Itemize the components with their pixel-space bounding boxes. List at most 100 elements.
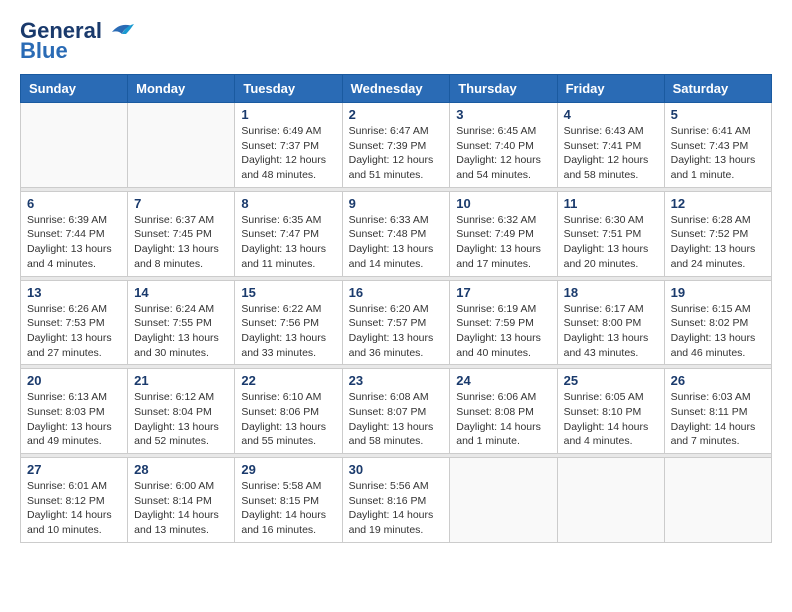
calendar-day-cell: 5 Sunrise: 6:41 AM Sunset: 7:43 PM Daylig… <box>664 103 771 188</box>
calendar-day-cell: 25 Sunrise: 6:05 AM Sunset: 8:10 PM Dayli… <box>557 369 664 454</box>
day-info: Sunrise: 5:58 AM Sunset: 8:15 PM Dayligh… <box>241 479 335 538</box>
calendar-week-row: 27Sunrise: 6:01 AM Sunset: 8:12 PM Dayli… <box>21 458 772 543</box>
calendar-day-cell: 18Sunrise: 6:17 AM Sunset: 8:00 PM Dayli… <box>557 280 664 365</box>
logo-blue: Blue <box>20 38 68 64</box>
day-info: Sunrise: 6:26 AM Sunset: 7:53 PM Dayligh… <box>27 302 121 361</box>
calendar-day-cell: 15 Sunrise: 6:22 AM Sunset: 7:56 PM Dayli… <box>235 280 342 365</box>
calendar-day-cell: 19 Sunrise: 6:15 AM Sunset: 8:02 PM Dayli… <box>664 280 771 365</box>
day-info: Sunrise: 6:19 AM Sunset: 7:59 PM Dayligh… <box>456 302 550 361</box>
calendar-day-cell <box>450 458 557 543</box>
day-info: Sunrise: 6:30 AM Sunset: 7:51 PM Dayligh… <box>564 213 658 272</box>
day-number: 23 <box>349 373 444 388</box>
calendar-day-cell: 13 Sunrise: 6:26 AM Sunset: 7:53 PM Dayli… <box>21 280 128 365</box>
day-number: 22 <box>241 373 335 388</box>
day-info: Sunrise: 6:05 AM Sunset: 8:10 PM Dayligh… <box>564 390 658 449</box>
calendar-day-cell: 27Sunrise: 6:01 AM Sunset: 8:12 PM Dayli… <box>21 458 128 543</box>
calendar-day-cell: 17 Sunrise: 6:19 AM Sunset: 7:59 PM Dayli… <box>450 280 557 365</box>
day-number: 25 <box>564 373 658 388</box>
day-number: 16 <box>349 285 444 300</box>
calendar-day-cell <box>128 103 235 188</box>
calendar-week-row: 6 Sunrise: 6:39 AM Sunset: 7:44 PM Daylig… <box>21 191 772 276</box>
day-number: 21 <box>134 373 228 388</box>
day-info: Sunrise: 6:33 AM Sunset: 7:48 PM Dayligh… <box>349 213 444 272</box>
day-info: Sunrise: 6:20 AM Sunset: 7:57 PM Dayligh… <box>349 302 444 361</box>
day-info: Sunrise: 6:15 AM Sunset: 8:02 PM Dayligh… <box>671 302 765 361</box>
calendar-day-cell: 3 Sunrise: 6:45 AM Sunset: 7:40 PM Daylig… <box>450 103 557 188</box>
day-info: Sunrise: 6:41 AM Sunset: 7:43 PM Dayligh… <box>671 124 765 183</box>
day-info: Sunrise: 6:28 AM Sunset: 7:52 PM Dayligh… <box>671 213 765 272</box>
day-number: 19 <box>671 285 765 300</box>
weekday-header: Tuesday <box>235 75 342 103</box>
calendar-day-cell <box>21 103 128 188</box>
day-number: 9 <box>349 196 444 211</box>
day-number: 13 <box>27 285 121 300</box>
calendar-day-cell: 7 Sunrise: 6:37 AM Sunset: 7:45 PM Daylig… <box>128 191 235 276</box>
day-info: Sunrise: 6:22 AM Sunset: 7:56 PM Dayligh… <box>241 302 335 361</box>
day-number: 12 <box>671 196 765 211</box>
calendar-day-cell: 30 Sunrise: 5:56 AM Sunset: 8:16 PM Dayli… <box>342 458 450 543</box>
day-info: Sunrise: 6:06 AM Sunset: 8:08 PM Dayligh… <box>456 390 550 449</box>
day-info: Sunrise: 5:56 AM Sunset: 8:16 PM Dayligh… <box>349 479 444 538</box>
day-info: Sunrise: 6:08 AM Sunset: 8:07 PM Dayligh… <box>349 390 444 449</box>
calendar-day-cell: 22 Sunrise: 6:10 AM Sunset: 8:06 PM Dayli… <box>235 369 342 454</box>
weekday-header: Wednesday <box>342 75 450 103</box>
day-number: 10 <box>456 196 550 211</box>
calendar-day-cell: 28Sunrise: 6:00 AM Sunset: 8:14 PM Dayli… <box>128 458 235 543</box>
calendar-day-cell: 14 Sunrise: 6:24 AM Sunset: 7:55 PM Dayli… <box>128 280 235 365</box>
calendar-day-cell: 11Sunrise: 6:30 AM Sunset: 7:51 PM Dayli… <box>557 191 664 276</box>
calendar-day-cell: 26 Sunrise: 6:03 AM Sunset: 8:11 PM Dayli… <box>664 369 771 454</box>
day-info: Sunrise: 6:47 AM Sunset: 7:39 PM Dayligh… <box>349 124 444 183</box>
calendar-day-cell: 6 Sunrise: 6:39 AM Sunset: 7:44 PM Daylig… <box>21 191 128 276</box>
day-number: 7 <box>134 196 228 211</box>
day-info: Sunrise: 6:13 AM Sunset: 8:03 PM Dayligh… <box>27 390 121 449</box>
calendar-day-cell: 9 Sunrise: 6:33 AM Sunset: 7:48 PM Daylig… <box>342 191 450 276</box>
calendar-table: SundayMondayTuesdayWednesdayThursdayFrid… <box>20 74 772 543</box>
calendar-week-row: 13 Sunrise: 6:26 AM Sunset: 7:53 PM Dayli… <box>21 280 772 365</box>
day-info: Sunrise: 6:24 AM Sunset: 7:55 PM Dayligh… <box>134 302 228 361</box>
calendar-day-cell: 21Sunrise: 6:12 AM Sunset: 8:04 PM Dayli… <box>128 369 235 454</box>
day-number: 5 <box>671 107 765 122</box>
weekday-header: Sunday <box>21 75 128 103</box>
calendar-day-cell: 24 Sunrise: 6:06 AM Sunset: 8:08 PM Dayli… <box>450 369 557 454</box>
day-number: 24 <box>456 373 550 388</box>
day-number: 15 <box>241 285 335 300</box>
day-number: 27 <box>27 462 121 477</box>
day-number: 18 <box>564 285 658 300</box>
weekday-header: Monday <box>128 75 235 103</box>
calendar-day-cell: 10 Sunrise: 6:32 AM Sunset: 7:49 PM Dayli… <box>450 191 557 276</box>
calendar-day-cell: 20Sunrise: 6:13 AM Sunset: 8:03 PM Dayli… <box>21 369 128 454</box>
day-info: Sunrise: 6:43 AM Sunset: 7:41 PM Dayligh… <box>564 124 658 183</box>
logo: General Blue <box>20 20 136 64</box>
weekday-header: Thursday <box>450 75 557 103</box>
calendar-day-cell: 2 Sunrise: 6:47 AM Sunset: 7:39 PM Daylig… <box>342 103 450 188</box>
weekday-header: Saturday <box>664 75 771 103</box>
calendar-day-cell: 29Sunrise: 5:58 AM Sunset: 8:15 PM Dayli… <box>235 458 342 543</box>
day-number: 3 <box>456 107 550 122</box>
calendar-week-row: 1 Sunrise: 6:49 AM Sunset: 7:37 PM Daylig… <box>21 103 772 188</box>
header: General Blue <box>20 20 772 64</box>
day-info: Sunrise: 6:03 AM Sunset: 8:11 PM Dayligh… <box>671 390 765 449</box>
day-info: Sunrise: 6:32 AM Sunset: 7:49 PM Dayligh… <box>456 213 550 272</box>
day-number: 4 <box>564 107 658 122</box>
day-info: Sunrise: 6:35 AM Sunset: 7:47 PM Dayligh… <box>241 213 335 272</box>
day-info: Sunrise: 6:00 AM Sunset: 8:14 PM Dayligh… <box>134 479 228 538</box>
day-info: Sunrise: 6:45 AM Sunset: 7:40 PM Dayligh… <box>456 124 550 183</box>
day-info: Sunrise: 6:49 AM Sunset: 7:37 PM Dayligh… <box>241 124 335 183</box>
calendar-day-cell: 4 Sunrise: 6:43 AM Sunset: 7:41 PM Daylig… <box>557 103 664 188</box>
day-info: Sunrise: 6:39 AM Sunset: 7:44 PM Dayligh… <box>27 213 121 272</box>
calendar-week-row: 20Sunrise: 6:13 AM Sunset: 8:03 PM Dayli… <box>21 369 772 454</box>
weekday-header: Friday <box>557 75 664 103</box>
day-number: 6 <box>27 196 121 211</box>
calendar-header-row: SundayMondayTuesdayWednesdayThursdayFrid… <box>21 75 772 103</box>
calendar-day-cell: 16 Sunrise: 6:20 AM Sunset: 7:57 PM Dayli… <box>342 280 450 365</box>
day-number: 30 <box>349 462 444 477</box>
logo-bird-icon <box>104 20 136 42</box>
day-number: 26 <box>671 373 765 388</box>
day-info: Sunrise: 6:37 AM Sunset: 7:45 PM Dayligh… <box>134 213 228 272</box>
day-number: 1 <box>241 107 335 122</box>
calendar-day-cell <box>557 458 664 543</box>
day-info: Sunrise: 6:10 AM Sunset: 8:06 PM Dayligh… <box>241 390 335 449</box>
day-number: 2 <box>349 107 444 122</box>
day-number: 17 <box>456 285 550 300</box>
day-number: 14 <box>134 285 228 300</box>
